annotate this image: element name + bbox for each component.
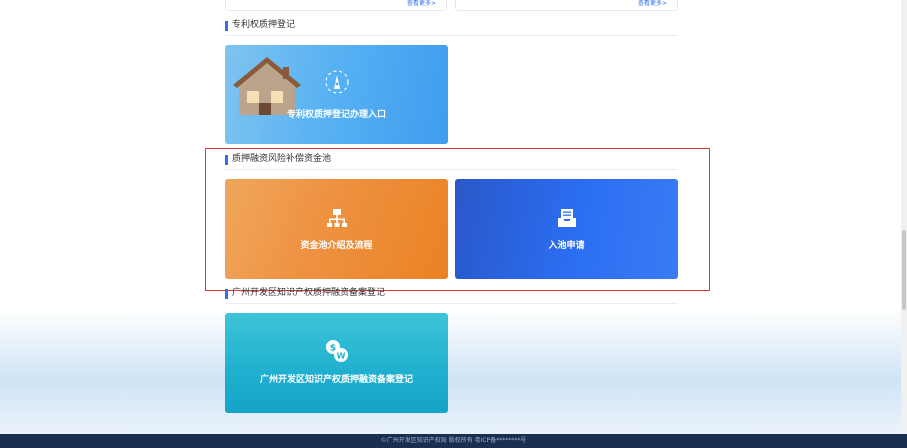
section-marker: [225, 21, 228, 31]
currency-exchange-icon: $ W: [325, 340, 348, 362]
vertical-scrollbar[interactable]: [901, 0, 907, 434]
news-card-left: 查看更多>: [225, 0, 447, 11]
scrollbar-thumb[interactable]: [902, 230, 906, 310]
patent-tile-label: 专利权质押登记办理入口: [286, 110, 386, 120]
section-title-text: 广州开发区知识产权质押融资备案登记: [232, 288, 386, 298]
record-registration-tile[interactable]: $ W 广州开发区知识产权质押融资备案登记: [225, 313, 448, 413]
section-title-text: 专利权质押登记: [232, 20, 296, 30]
patent-pledge-entry-tile[interactable]: 专利权质押登记办理入口: [225, 45, 448, 144]
section-marker: [225, 289, 228, 299]
highlight-box: [205, 148, 710, 291]
news-card-right: 查看更多>: [455, 0, 678, 11]
record-registration-label: 广州开发区知识产权质押融资备案登记: [259, 375, 413, 385]
section-title-patent: 专利权质押登记: [225, 18, 678, 36]
footer: ©广州开发区知识产权局 版权所有 粤ICP备********号: [0, 434, 907, 448]
pen-nib-icon: [324, 70, 349, 94]
view-more-link-right[interactable]: 查看更多>: [638, 0, 667, 8]
svg-text:W: W: [336, 352, 345, 361]
view-more-link-left[interactable]: 查看更多>: [407, 0, 436, 8]
page: 查看更多> 查看更多> 专利权质押登记 专利权质押登记办理入口 质押融资风险补偿…: [0, 0, 907, 448]
section-title-record: 广州开发区知识产权质押融资备案登记: [225, 286, 678, 304]
footer-copyright: ©广州开发区知识产权局 版权所有 粤ICP备********号: [380, 437, 527, 444]
